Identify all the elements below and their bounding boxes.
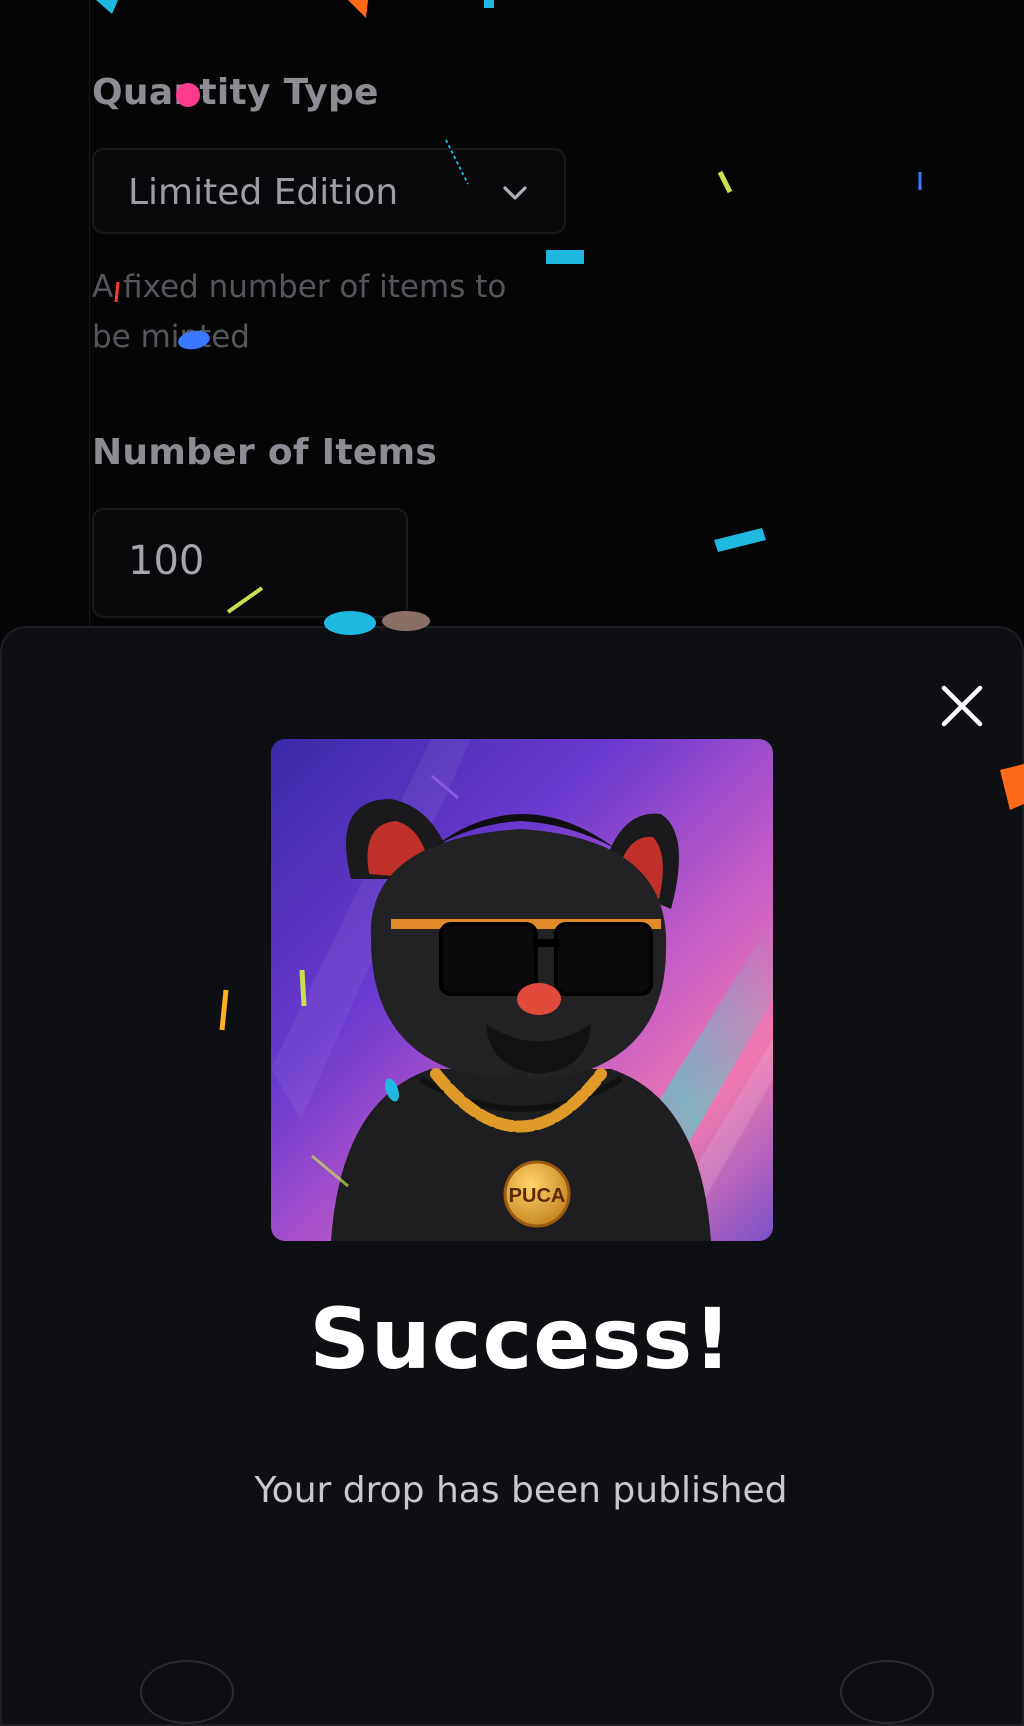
number-of-items-input[interactable]: 100: [92, 508, 408, 618]
bottom-bar-decoration: [140, 1660, 234, 1724]
quantity-type-value: Limited Edition: [128, 172, 399, 213]
quantity-type-select[interactable]: Limited Edition: [92, 148, 566, 234]
quantity-type-label: Quantity Type: [92, 72, 379, 113]
medallion-text: PUCA: [509, 1185, 566, 1207]
bottom-bar-decoration: [840, 1660, 934, 1724]
number-of-items-value: 100: [128, 538, 205, 584]
close-icon[interactable]: [936, 680, 988, 732]
number-of-items-label: Number of Items: [92, 432, 438, 473]
quantity-type-helper: A fixed number of items to be minted: [92, 269, 507, 355]
form-divider: [89, 0, 90, 640]
success-title: Success!: [309, 1290, 733, 1388]
background-form: Quantity Type Limited Edition A fixed nu…: [0, 0, 1024, 640]
drop-artwork-image: PUCA: [271, 739, 773, 1241]
success-subtitle: Your drop has been published: [254, 1470, 788, 1511]
chevron-down-icon: [503, 186, 527, 200]
